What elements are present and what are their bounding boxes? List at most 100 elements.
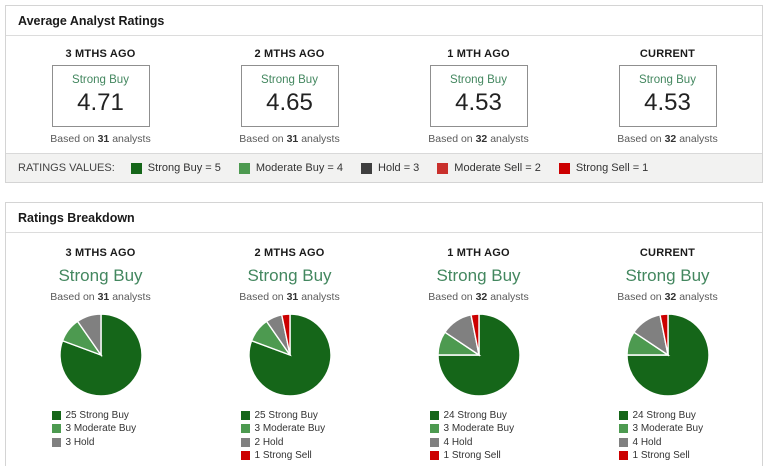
pie-chart-area <box>195 312 384 398</box>
analysts-text: analysts <box>490 291 529 303</box>
analyst-count-note: Based on 31 analysts <box>6 133 195 145</box>
period-label: 2 MTHS AGO <box>254 247 325 259</box>
pie-chart <box>625 313 710 397</box>
rating-card-current: CURRENT Strong Buy 4.53 Based on 32 anal… <box>573 48 762 145</box>
period-label: 1 MTH AGO <box>447 247 510 259</box>
based-on-text: Based on <box>428 291 473 303</box>
breakdown-column-3mths: 3 MTHS AGO Strong Buy Based on 31 analys… <box>6 247 195 465</box>
legend-label: 3 Moderate Buy <box>443 423 515 434</box>
legend-item-strong-buy: Strong Buy = 5 <box>130 162 221 174</box>
pie-legend: 24 Strong Buy 3 Moderate Buy 4 Hold 1 Stron… <box>429 407 528 464</box>
legend-item-hold: Hold = 3 <box>361 162 419 174</box>
rating-value: 4.53 <box>644 89 691 116</box>
period-label: CURRENT <box>639 48 696 60</box>
legend-label: 4 Hold <box>443 436 473 448</box>
pie-chart-area <box>573 312 762 398</box>
based-on-text: Based on <box>617 133 662 145</box>
consensus-label: Strong Buy <box>450 74 507 86</box>
legend-label: 3 Moderate Buy <box>632 423 704 434</box>
legend-label: 1 Strong Sell <box>632 450 690 461</box>
legend-swatch <box>51 410 61 420</box>
analyst-count-note: Based on 31 analysts <box>195 133 384 145</box>
rating-cards-row: 3 MTHS AGO Strong Buy 4.71 Based on 31 a… <box>6 36 762 153</box>
consensus-label: Strong Buy <box>58 266 143 285</box>
legend-label: 25 Strong Buy <box>254 409 318 421</box>
legend-swatch <box>618 437 628 447</box>
pie-legend-item: 25 Strong Buy <box>240 409 339 421</box>
pie-chart-area <box>6 312 195 398</box>
consensus-label: Strong Buy <box>247 266 332 285</box>
analyst-count: 32 <box>475 133 488 145</box>
pie-chart <box>58 313 143 397</box>
legend-swatch <box>240 451 250 460</box>
pie-legend-item: 24 Strong Buy <box>429 409 528 421</box>
breakdown-column-2mths: 2 MTHS AGO Strong Buy Based on 31 analys… <box>195 247 384 465</box>
based-on-text: Based on <box>239 133 284 145</box>
based-on-text: Based on <box>428 133 473 145</box>
legend-label: 4 Hold <box>632 436 662 448</box>
ratings-values-label: RATINGS VALUES: <box>18 162 115 174</box>
legend-swatch <box>618 424 628 433</box>
legend-item-moderate-sell: Moderate Sell = 2 <box>437 162 541 174</box>
legend-swatch <box>51 424 61 433</box>
legend-label: 1 Strong Sell <box>254 450 312 461</box>
based-on-text: Based on <box>617 291 662 303</box>
legend-swatch <box>618 451 628 460</box>
based-on-text: Based on <box>50 291 95 303</box>
analyst-count-note: Based on 32 analysts <box>573 133 762 145</box>
pie-legend-item: 3 Moderate Buy <box>618 423 717 434</box>
consensus-label: Strong Buy <box>261 74 318 86</box>
legend-swatch <box>429 451 439 460</box>
pie-legend-area: 24 Strong Buy 3 Moderate Buy 4 Hold 1 Stron… <box>573 407 762 465</box>
analysts-text: analysts <box>679 291 718 303</box>
pie-legend-item: 1 Strong Sell <box>429 450 528 461</box>
analyst-count: 32 <box>475 291 488 303</box>
legend-label: Hold = 3 <box>378 162 420 174</box>
legend-swatch <box>429 437 439 447</box>
based-on-text: Based on <box>239 291 284 303</box>
pie-legend-item: 3 Hold <box>51 436 150 448</box>
legend-swatch <box>240 424 250 433</box>
legend-label: 25 Strong Buy <box>65 409 129 421</box>
average-ratings-panel: Average Analyst Ratings 3 MTHS AGO Stron… <box>5 5 763 183</box>
legend-label: Strong Buy = 5 <box>147 162 221 174</box>
analysts-text: analysts <box>112 291 151 303</box>
analyst-count: 31 <box>286 291 299 303</box>
rating-card-2mths: 2 MTHS AGO Strong Buy 4.65 Based on 31 a… <box>195 48 384 145</box>
period-label: CURRENT <box>639 247 696 259</box>
legend-swatch <box>558 162 570 174</box>
analyst-count-note: Based on 32 analysts <box>384 133 573 145</box>
ratings-breakdown-title: Ratings Breakdown <box>6 203 762 233</box>
legend-swatch <box>361 162 373 174</box>
analysts-text: analysts <box>490 133 529 145</box>
pie-legend: 25 Strong Buy 3 Moderate Buy 3 Hold <box>51 407 150 450</box>
legend-swatch <box>240 437 250 447</box>
pie-legend-area: 25 Strong Buy 3 Moderate Buy 3 Hold <box>6 407 195 452</box>
analysts-text: analysts <box>301 133 340 145</box>
rating-value: 4.65 <box>266 89 313 116</box>
pie-legend-item: 4 Hold <box>429 436 528 448</box>
consensus-label: Strong Buy <box>639 74 696 86</box>
legend-label: 24 Strong Buy <box>443 409 507 421</box>
ratings-breakdown-panel: Ratings Breakdown 3 MTHS AGO Strong Buy … <box>5 202 763 466</box>
analysts-text: analysts <box>679 133 718 145</box>
pie-legend-item: 24 Strong Buy <box>618 409 717 421</box>
pie-chart <box>247 313 332 397</box>
analyst-count: 32 <box>664 133 677 145</box>
breakdown-column-current: CURRENT Strong Buy Based on 32 analysts … <box>573 247 762 465</box>
period-label: 3 MTHS AGO <box>65 247 136 259</box>
pie-legend-item: 3 Moderate Buy <box>429 423 528 434</box>
legend-swatch <box>437 162 449 174</box>
ratings-values-bar: RATINGS VALUES: Strong Buy = 5 Moderate … <box>6 153 762 182</box>
legend-swatch <box>51 437 61 447</box>
pie-legend-item: 3 Moderate Buy <box>51 423 150 434</box>
consensus-label: Strong Buy <box>436 266 521 285</box>
legend-label: 3 Moderate Buy <box>254 423 326 434</box>
legend-label: 24 Strong Buy <box>632 409 696 421</box>
legend-swatch <box>238 162 250 174</box>
analyst-count-note: Based on 32 analysts <box>573 291 762 303</box>
rating-card-1mth: 1 MTH AGO Strong Buy 4.53 Based on 32 an… <box>384 48 573 145</box>
legend-item-strong-sell: Strong Sell = 1 <box>558 162 648 174</box>
legend-label: 3 Hold <box>65 436 95 448</box>
legend-label: Moderate Buy = 4 <box>255 162 344 174</box>
